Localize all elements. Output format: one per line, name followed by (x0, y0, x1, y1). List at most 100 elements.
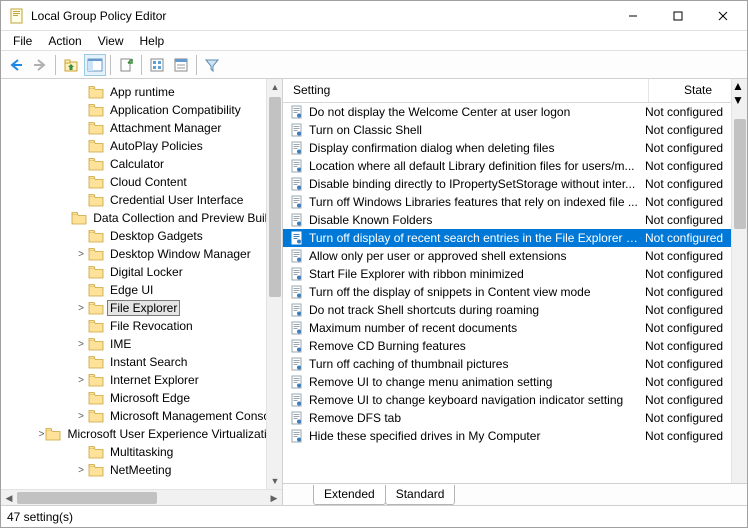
close-button[interactable] (700, 2, 745, 30)
tree-item[interactable]: Edge UI (5, 281, 282, 299)
list-row[interactable]: Do not display the Welcome Center at use… (283, 103, 731, 121)
list-row[interactable]: Turn off the display of snippets in Cont… (283, 283, 731, 301)
expander-icon[interactable]: > (75, 464, 87, 476)
menu-action[interactable]: Action (40, 32, 89, 50)
tab-standard[interactable]: Standard (385, 485, 456, 505)
expander-icon[interactable] (75, 140, 87, 152)
tree-item[interactable]: Multitasking (5, 443, 282, 461)
tree-item[interactable]: AutoPlay Policies (5, 137, 282, 155)
list-scrollbar-v[interactable]: ▲ ▼ (731, 79, 747, 483)
expander-icon[interactable] (75, 392, 87, 404)
tree-item[interactable]: File Revocation (5, 317, 282, 335)
export-button[interactable] (115, 54, 137, 76)
policy-icon (289, 248, 305, 264)
list-row[interactable]: Location where all default Library defin… (283, 157, 731, 175)
expander-icon[interactable]: > (75, 374, 87, 386)
list-row[interactable]: Turn on Classic ShellNot configured (283, 121, 731, 139)
tree-item[interactable]: App runtime (5, 83, 282, 101)
menu-view[interactable]: View (90, 32, 132, 50)
list-body[interactable]: Do not display the Welcome Center at use… (283, 103, 731, 483)
expander-icon[interactable] (75, 158, 87, 170)
menu-file[interactable]: File (5, 32, 40, 50)
setting-name: Remove CD Burning features (309, 339, 645, 353)
expander-icon[interactable] (75, 104, 87, 116)
list-row[interactable]: Hide these specified drives in My Comput… (283, 427, 731, 445)
tree-item[interactable]: > Desktop Window Manager (5, 245, 282, 263)
list-row[interactable]: Start File Explorer with ribbon minimize… (283, 265, 731, 283)
expander-icon[interactable] (75, 266, 87, 278)
tree-item[interactable]: >NetMeeting (5, 461, 282, 479)
expander-icon[interactable] (75, 194, 87, 206)
tree-item[interactable]: Instant Search (5, 353, 282, 371)
expander-icon[interactable] (75, 446, 87, 458)
tree-item-label: Desktop Gadgets (108, 229, 205, 243)
column-setting[interactable]: Setting (283, 79, 649, 102)
tree-item[interactable]: Data Collection and Preview Builds (5, 209, 282, 227)
list-row[interactable]: Remove CD Burning featuresNot configured (283, 337, 731, 355)
tree-view[interactable]: App runtimeApplication CompatibilityAtta… (1, 79, 282, 483)
expander-icon[interactable] (61, 212, 71, 224)
list-row[interactable]: Turn off caching of thumbnail picturesNo… (283, 355, 731, 373)
tree-scrollbar-v[interactable]: ▲ ▼ (266, 79, 282, 489)
tree-item[interactable]: Cloud Content (5, 173, 282, 191)
tree-item-label: Cloud Content (108, 175, 189, 189)
up-button[interactable] (60, 54, 82, 76)
tree-item[interactable]: Digital Locker (5, 263, 282, 281)
list-row[interactable]: Do not track Shell shortcuts during roam… (283, 301, 731, 319)
tree-item[interactable]: Calculator (5, 155, 282, 173)
list-row[interactable]: Turn off Windows Libraries features that… (283, 193, 731, 211)
show-hide-tree-button[interactable] (84, 54, 106, 76)
list-row[interactable]: Disable Known FoldersNot configured (283, 211, 731, 229)
scrollbar-thumb[interactable] (269, 97, 281, 297)
list-row[interactable]: Display confirmation dialog when deletin… (283, 139, 731, 157)
scrollbar-thumb[interactable] (734, 119, 746, 229)
forward-button[interactable] (29, 54, 51, 76)
scrollbar-thumb[interactable] (17, 492, 157, 504)
tree-scrollbar-h[interactable]: ◀ ▶ (1, 489, 282, 505)
expander-icon[interactable]: > (39, 428, 45, 440)
menu-help[interactable]: Help (132, 32, 173, 50)
tree-item-label: Desktop Window Manager (108, 247, 253, 261)
expander-icon[interactable]: > (75, 338, 87, 350)
maximize-button[interactable] (655, 2, 700, 30)
expander-icon[interactable] (75, 176, 87, 188)
expander-icon[interactable] (75, 86, 87, 98)
tree-pane: App runtimeApplication CompatibilityAtta… (1, 79, 283, 505)
setting-state: Not configured (645, 105, 731, 119)
tree-item[interactable]: Application Compatibility (5, 101, 282, 119)
expander-icon[interactable] (75, 230, 87, 242)
list-row[interactable]: Allow only per user or approved shell ex… (283, 247, 731, 265)
expander-icon[interactable]: > (75, 410, 87, 422)
tree-item[interactable]: Attachment Manager (5, 119, 282, 137)
expander-icon[interactable]: > (75, 248, 87, 260)
tree-item[interactable]: >IME (5, 335, 282, 353)
expander-icon[interactable] (75, 356, 87, 368)
list-row[interactable]: Remove DFS tabNot configured (283, 409, 731, 427)
expander-icon[interactable]: > (75, 302, 87, 314)
divider (141, 55, 142, 75)
tree-item[interactable]: >Internet Explorer (5, 371, 282, 389)
back-button[interactable] (5, 54, 27, 76)
list-row[interactable]: Remove UI to change keyboard navigation … (283, 391, 731, 409)
tab-extended[interactable]: Extended (313, 485, 386, 505)
tree-item[interactable]: >Microsoft Management Console (5, 407, 282, 425)
setting-name: Disable Known Folders (309, 213, 645, 227)
filter-button[interactable] (201, 54, 223, 76)
list-row[interactable]: Disable binding directly to IPropertySet… (283, 175, 731, 193)
expander-icon[interactable] (75, 320, 87, 332)
tree-item[interactable]: Microsoft Edge (5, 389, 282, 407)
tree-item[interactable]: Desktop Gadgets (5, 227, 282, 245)
tree-item[interactable]: Credential User Interface (5, 191, 282, 209)
tree-item[interactable]: > File Explorer (5, 299, 282, 317)
tree-item[interactable]: >Microsoft User Experience Virtualizatio… (5, 425, 282, 443)
list-row[interactable]: Turn off display of recent search entrie… (283, 229, 731, 247)
minimize-button[interactable] (610, 2, 655, 30)
policy-icon (289, 140, 305, 156)
tree-item-label: File Explorer (108, 301, 179, 315)
list-row[interactable]: Maximum number of recent documentsNot co… (283, 319, 731, 337)
expander-icon[interactable] (75, 284, 87, 296)
refresh-button[interactable] (146, 54, 168, 76)
list-row[interactable]: Remove UI to change menu animation setti… (283, 373, 731, 391)
properties-button[interactable] (170, 54, 192, 76)
expander-icon[interactable] (75, 122, 87, 134)
